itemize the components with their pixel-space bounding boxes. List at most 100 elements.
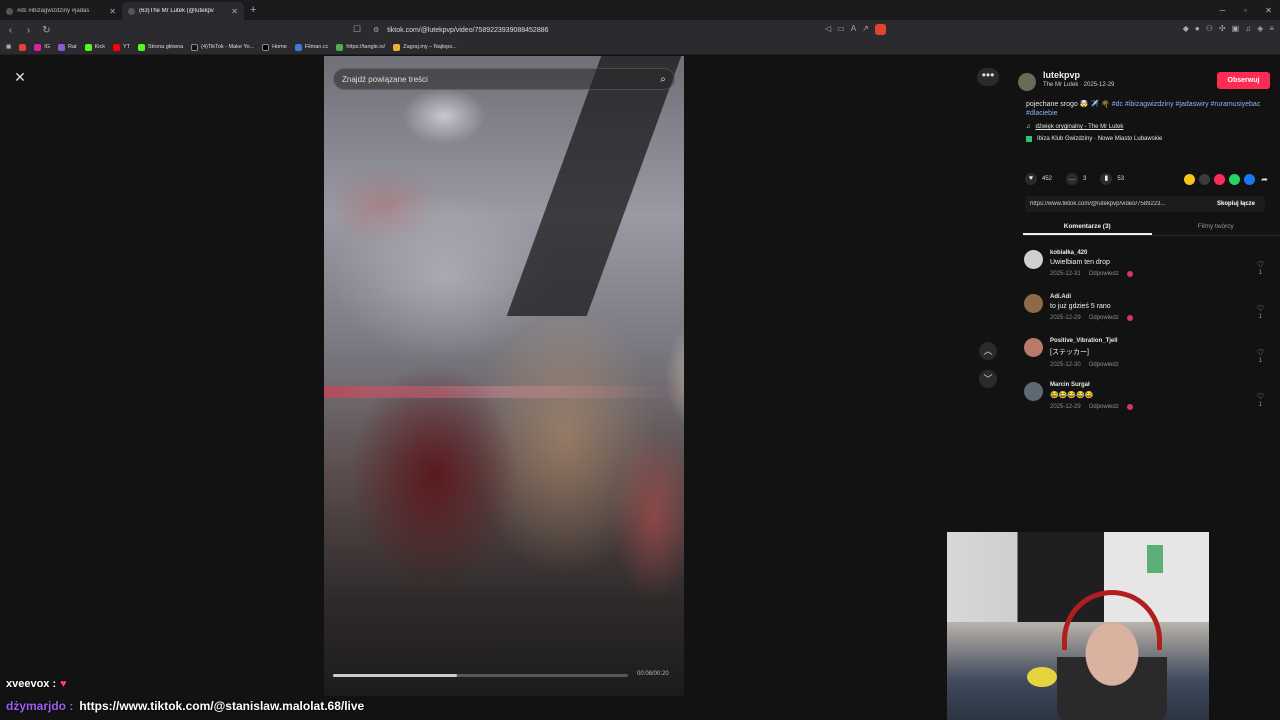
related-search-input[interactable]: Znajdź powiązane treści ⌕ bbox=[333, 68, 675, 90]
reload-icon[interactable]: ↻ bbox=[39, 25, 54, 36]
music-note-icon: ♫ bbox=[1026, 124, 1031, 130]
comment-button[interactable]: … 3 bbox=[1066, 173, 1086, 185]
comment-username[interactable]: Marcin Surgał bbox=[1050, 382, 1133, 388]
bookmark-item[interactable]: IG bbox=[34, 43, 50, 51]
comment-avatar[interactable] bbox=[1024, 338, 1043, 357]
tab-comments[interactable]: Komentarze (3) bbox=[1023, 219, 1152, 235]
facebook-icon[interactable] bbox=[1244, 173, 1255, 185]
video-link[interactable]: https://www.tiktok.com/@lutekpvp/video/7… bbox=[1030, 201, 1217, 207]
comment-username[interactable]: Positive_Vibration_Tjell bbox=[1050, 338, 1119, 344]
heart-outline-icon: ♡ bbox=[1256, 348, 1264, 357]
comment-like-button[interactable]: ♡ 1 bbox=[1257, 392, 1264, 410]
bookmark-item[interactable]: https://tangle.io/ bbox=[336, 43, 385, 51]
minimize-icon[interactable]: ─ bbox=[1211, 6, 1234, 15]
copy-link-button[interactable]: Skopiuj łącze bbox=[1217, 201, 1255, 207]
streamer-webcam bbox=[947, 532, 1209, 720]
site-info-icon[interactable]: ⚙ bbox=[373, 26, 379, 34]
bookmark-favicon-icon bbox=[19, 43, 27, 51]
browser-tab-active[interactable]: (63)The Mr Lutek (@lutekpv ✕ bbox=[122, 2, 244, 20]
new-tab-icon[interactable]: + bbox=[250, 4, 256, 16]
follow-button[interactable]: Obserwuj bbox=[1217, 72, 1270, 89]
like-button[interactable]: ♥ 452 bbox=[1025, 173, 1052, 185]
url-actions: ◁ ▭ A ↗ bbox=[825, 24, 886, 35]
embed-icon[interactable] bbox=[1199, 173, 1210, 185]
comment-avatar[interactable] bbox=[1024, 250, 1043, 269]
sidebar-icon[interactable]: ▣ bbox=[1232, 24, 1240, 33]
save-button[interactable]: ▮ 53 bbox=[1100, 173, 1124, 185]
instagram-icon bbox=[34, 43, 42, 51]
forward-icon[interactable]: › bbox=[21, 25, 36, 36]
comment-item: kobiałka_420 Uwielbiam ten drop 2025-12-31… bbox=[1024, 248, 1268, 292]
bookmark-item[interactable] bbox=[19, 43, 27, 51]
avatar[interactable] bbox=[1018, 73, 1036, 91]
bookmark-icon[interactable]: ☐ bbox=[353, 24, 361, 35]
browser-tab-bar: #dc #ibizagwizdziny #jadas ✕ (63)The Mr … bbox=[0, 0, 1280, 20]
apps-icon[interactable]: ▦ bbox=[6, 44, 11, 50]
music-row[interactable]: ♫ dźwięk oryginalny - The Mr Lutek bbox=[1026, 124, 1270, 130]
whatsapp-icon[interactable] bbox=[1229, 173, 1240, 185]
bookmark-item[interactable]: YT bbox=[112, 43, 130, 51]
bookmark-item[interactable]: Strona główna bbox=[138, 43, 183, 51]
music-link[interactable]: dźwięk oryginalny - The Mr Lutek bbox=[1036, 124, 1124, 130]
back-icon[interactable]: ‹ bbox=[3, 25, 18, 36]
pip-icon[interactable]: ▭ bbox=[837, 24, 845, 35]
comment-like-count: 1 bbox=[1258, 314, 1263, 320]
bookmark-item[interactable]: Rat bbox=[58, 43, 77, 51]
reply-button[interactable]: Odpowiedz bbox=[1089, 271, 1119, 277]
brave-shield-icon[interactable] bbox=[874, 24, 886, 35]
puzzle-icon[interactable]: ✣ bbox=[1219, 24, 1226, 33]
bookmark-favicon-icon bbox=[58, 43, 66, 51]
menu-icon[interactable]: ≡ bbox=[1269, 24, 1274, 33]
location-row[interactable]: Ibiza Klub Gwizdziny · Nowe Miasto Lubaw… bbox=[1026, 136, 1270, 142]
comment-avatar[interactable] bbox=[1024, 294, 1043, 313]
tab-close-icon[interactable]: ✕ bbox=[109, 7, 116, 16]
comment-username[interactable]: kobiałka_420 bbox=[1050, 250, 1133, 256]
comment-item: Marcin Surgał 😂😂😂😂😂 2025-12-29 Odpowiedz ♡ 1 bbox=[1024, 380, 1268, 424]
browser-tab[interactable]: #dc #ibizagwizdziny #jadas ✕ bbox=[0, 2, 122, 20]
bookmark-item[interactable]: (4)TikTok - Make Yo... bbox=[191, 43, 254, 51]
window-close-icon[interactable]: ✕ bbox=[1257, 6, 1280, 15]
tab-creator-videos[interactable]: Filmy twórcy bbox=[1152, 219, 1280, 235]
more-options-button[interactable]: ••• bbox=[977, 68, 999, 86]
reply-button[interactable]: Odpowiedz bbox=[1089, 315, 1119, 321]
comment-item: Positive_Vibration_Tjell [ステッカー] 2025-12-3… bbox=[1024, 336, 1268, 380]
bookmark-item[interactable]: Zagraj.my – Najleps... bbox=[393, 43, 457, 51]
author-username[interactable]: lutekpvp bbox=[1043, 70, 1217, 80]
next-video-button[interactable]: ﹀ bbox=[979, 370, 997, 388]
tab-close-icon[interactable]: ✕ bbox=[231, 7, 238, 16]
video-player[interactable] bbox=[324, 56, 684, 696]
comment-like-button[interactable]: ♡ 1 bbox=[1257, 348, 1264, 366]
like-count: 452 bbox=[1042, 176, 1053, 182]
extension-icon[interactable]: ⚇ bbox=[1206, 24, 1213, 33]
reply-button[interactable]: Odpowiedz bbox=[1089, 404, 1119, 410]
translate-icon[interactable]: A bbox=[851, 24, 856, 35]
extension-icon[interactable]: ● bbox=[1195, 24, 1200, 33]
send-to-friend-icon[interactable] bbox=[1214, 173, 1225, 185]
bookmark-item[interactable]: Kick bbox=[84, 43, 105, 51]
close-icon[interactable]: ✕ bbox=[11, 68, 29, 86]
wallet-icon[interactable]: ◈ bbox=[1257, 24, 1263, 33]
music-icon[interactable]: ♫ bbox=[1245, 24, 1251, 33]
share-arrow-icon[interactable]: ➦ bbox=[1259, 174, 1270, 185]
location-text[interactable]: Ibiza Klub Gwizdziny · Nowe Miasto Lubaw… bbox=[1037, 136, 1162, 142]
comment-username[interactable]: Adi.Adi bbox=[1050, 294, 1133, 300]
comment-like-button[interactable]: ♡ 1 bbox=[1257, 260, 1264, 278]
comment-like-button[interactable]: ♡ 1 bbox=[1257, 304, 1264, 322]
description-text: pojechane srogo 🤯 ✈️ 🌴 bbox=[1026, 101, 1112, 108]
stream-chat-line: xveevox : ♥ bbox=[6, 678, 67, 690]
copy-link-row: https://www.tiktok.com/@lutekpvp/video/7… bbox=[1025, 196, 1265, 212]
bookmark-item[interactable]: Home bbox=[262, 43, 287, 51]
reply-button[interactable]: Odpowiedz bbox=[1089, 362, 1119, 368]
bookmark-favicon-icon bbox=[294, 43, 302, 51]
repost-icon[interactable] bbox=[1184, 173, 1195, 185]
bookmark-item[interactable]: Filman.cc bbox=[294, 43, 328, 51]
maximize-icon[interactable]: ▫ bbox=[1234, 6, 1257, 15]
extension-icon[interactable]: ◆ bbox=[1183, 24, 1189, 33]
comment-avatar[interactable] bbox=[1024, 382, 1043, 401]
share-icon[interactable]: ↗ bbox=[862, 24, 869, 35]
previous-video-button[interactable]: ︿ bbox=[979, 342, 997, 360]
headset bbox=[1062, 590, 1162, 650]
video-progress-bar[interactable] bbox=[333, 674, 628, 677]
mute-icon[interactable]: ◁ bbox=[825, 24, 831, 35]
search-icon[interactable]: ⌕ bbox=[652, 74, 674, 85]
